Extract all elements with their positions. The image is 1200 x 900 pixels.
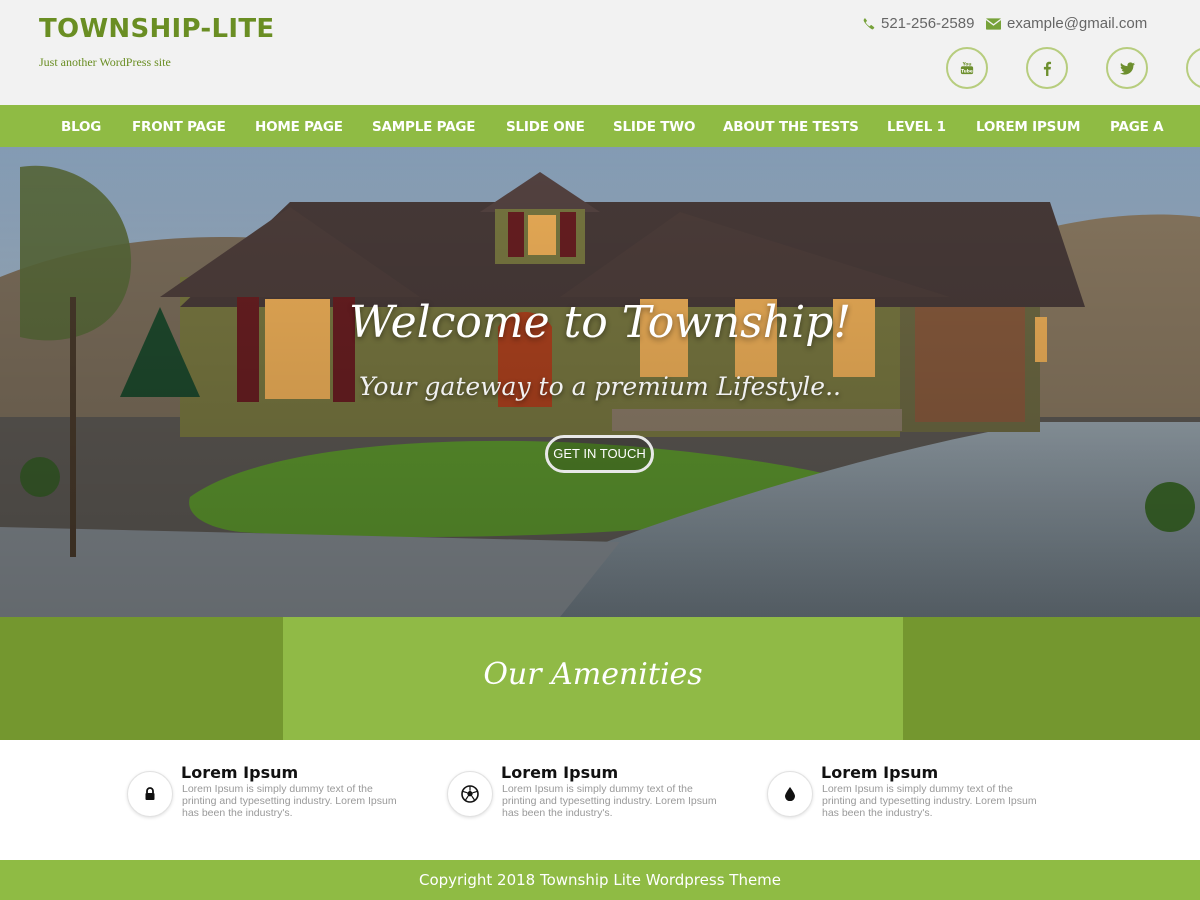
site-tagline: Just another WordPress site <box>39 55 171 69</box>
nav-item-level-1[interactable]: LEVEL 1 <box>887 105 946 147</box>
amenity-item: Lorem Ipsum Lorem Ipsum is simply dummy … <box>127 763 417 843</box>
svg-text:Tube: Tube <box>961 68 973 74</box>
nav-item-blog[interactable]: BLOG <box>61 105 101 147</box>
phone-icon <box>862 17 875 30</box>
nav-item-front-page[interactable]: FRONT PAGE <box>132 105 226 147</box>
amenity-item: Lorem Ipsum Lorem Ipsum is simply dummy … <box>767 763 1057 843</box>
nav-item-slide-one[interactable]: SLIDE ONE <box>506 105 585 147</box>
amenities-list: Lorem Ipsum Lorem Ipsum is simply dummy … <box>0 740 1200 860</box>
amenity-title: Lorem Ipsum <box>821 763 939 782</box>
nav-item-home-page[interactable]: HOME PAGE <box>255 105 343 147</box>
email-address: example@gmail.com <box>1007 15 1148 32</box>
twitter-icon[interactable] <box>1106 47 1148 89</box>
nav-item-about-tests[interactable]: ABOUT THE TESTS <box>723 105 859 147</box>
lock-icon <box>127 771 173 817</box>
nav-item-sample-page[interactable]: SAMPLE PAGE <box>372 105 475 147</box>
get-in-touch-button[interactable]: GET IN TOUCH <box>545 435 654 473</box>
soccer-ball-icon <box>447 771 493 817</box>
site-header: TOWNSHIP-LITE Just another WordPress sit… <box>0 0 1200 105</box>
facebook-icon[interactable] <box>1026 47 1068 89</box>
amenity-item: Lorem Ipsum Lorem Ipsum is simply dummy … <box>447 763 737 843</box>
amenity-title: Lorem Ipsum <box>501 763 619 782</box>
amenities-banner: Our Amenities <box>0 617 1200 740</box>
hero-slider: Welcome to Township! Your gateway to a p… <box>0 147 1200 617</box>
nav-item-page-a[interactable]: PAGE A <box>1110 105 1164 147</box>
site-title-link[interactable]: TOWNSHIP-LITE <box>39 14 274 44</box>
svg-text:You: You <box>962 61 972 67</box>
amenities-heading: Our Amenities <box>483 657 703 692</box>
contact-phone[interactable]: 521-256-2589 <box>862 15 974 32</box>
site-footer: Copyright 2018 Township Lite Wordpress T… <box>0 860 1200 900</box>
footer-copyright: Copyright 2018 Township Lite Wordpress T… <box>418 871 782 889</box>
contact-email[interactable]: example@gmail.com <box>986 15 1147 32</box>
nav-item-slide-two[interactable]: SLIDE TWO <box>613 105 695 147</box>
social-links: You Tube <box>946 47 1200 89</box>
water-drop-icon <box>767 771 813 817</box>
amenity-description: Lorem Ipsum is simply dummy text of the … <box>182 783 397 819</box>
hero-subtitle: Your gateway to a premium Lifestyle.. <box>359 372 841 401</box>
amenity-title: Lorem Ipsum <box>181 763 299 782</box>
youtube-icon[interactable]: You Tube <box>946 47 988 89</box>
rss-icon[interactable] <box>1186 47 1200 89</box>
amenity-description: Lorem Ipsum is simply dummy text of the … <box>502 783 717 819</box>
hero-title: Welcome to Township! <box>348 297 852 348</box>
envelope-icon <box>986 17 1001 30</box>
amenities-heading-panel: Our Amenities <box>283 617 903 740</box>
nav-item-lorem-ipsum[interactable]: LOREM IPSUM <box>976 105 1080 147</box>
amenity-description: Lorem Ipsum is simply dummy text of the … <box>822 783 1037 819</box>
phone-number: 521-256-2589 <box>881 15 975 32</box>
main-navigation: BLOG FRONT PAGE HOME PAGE SAMPLE PAGE SL… <box>0 105 1200 147</box>
